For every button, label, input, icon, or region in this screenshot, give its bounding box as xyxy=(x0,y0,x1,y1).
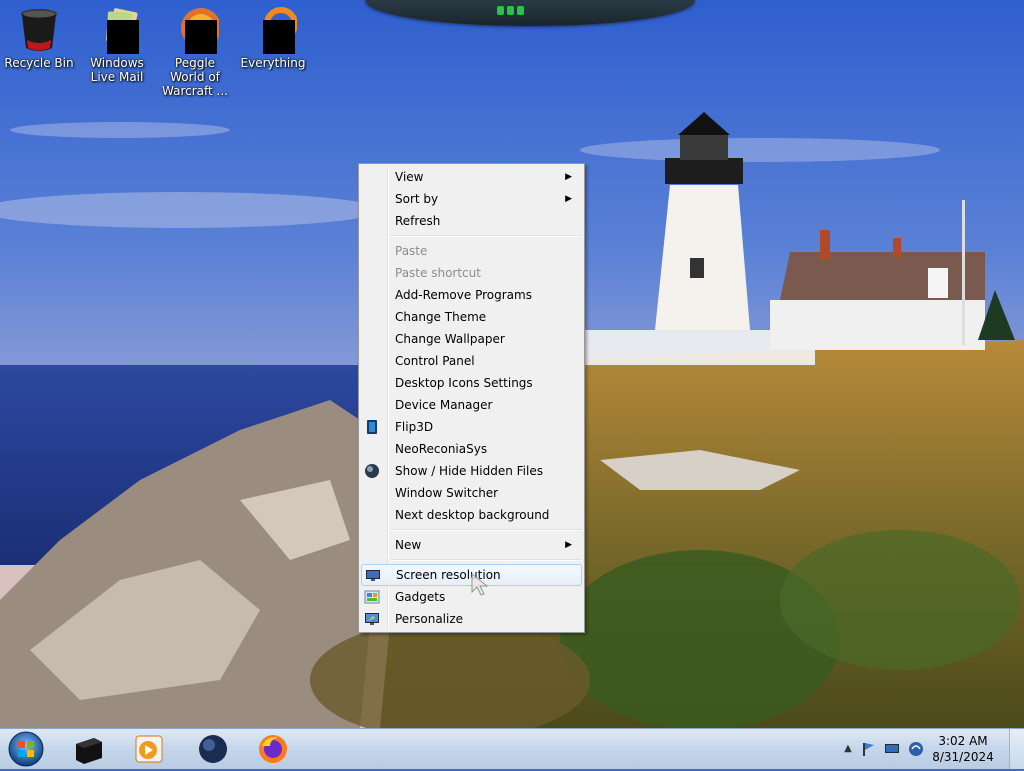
personalize-icon xyxy=(365,613,379,625)
menu-separator xyxy=(391,235,582,237)
menu-item-device-manager[interactable]: Device Manager xyxy=(361,394,582,416)
desktop-icon-peggle[interactable]: Peggle World of Warcraft ... xyxy=(156,2,234,98)
taskbar-app-firefox[interactable] xyxy=(256,732,290,766)
globe-app-icon xyxy=(199,735,227,763)
desktop-icon-everything[interactable]: Everything xyxy=(234,2,312,70)
menu-item-sort-by[interactable]: Sort by ▶ xyxy=(361,188,582,210)
menu-item-neoreconiasys[interactable]: NeoReconiaSys xyxy=(361,438,582,460)
menu-item-label: View xyxy=(395,170,424,184)
taskbar-clock[interactable]: 3:02 AM 8/31/2024 xyxy=(928,733,998,765)
flip3d-icon xyxy=(367,420,377,434)
network-icon[interactable] xyxy=(908,741,924,757)
clock-time: 3:02 AM xyxy=(938,734,988,748)
mouse-cursor-icon xyxy=(471,572,489,596)
desktop-icon-label: Recycle Bin xyxy=(4,56,74,70)
menu-item-label: Control Panel xyxy=(395,354,475,368)
redacted-icon-overlay xyxy=(263,20,295,54)
menu-item-refresh[interactable]: Refresh xyxy=(361,210,582,232)
menu-item-control-panel[interactable]: Control Panel xyxy=(361,350,582,372)
taskbar: ▲ 3:02 AM 8/31/2024 xyxy=(0,728,1024,769)
menu-item-paste-shortcut[interactable]: Paste shortcut xyxy=(361,262,582,284)
menu-item-change-theme[interactable]: Change Theme xyxy=(361,306,582,328)
monitor-icon xyxy=(366,570,380,581)
menu-item-label: New xyxy=(395,538,422,552)
display-icon[interactable] xyxy=(884,741,900,757)
menu-item-label: Show / Hide Hidden Files xyxy=(395,464,543,478)
taskbar-app-media-player[interactable] xyxy=(132,732,166,766)
submenu-arrow-icon: ▶ xyxy=(565,172,572,182)
menu-separator xyxy=(391,559,582,561)
menu-item-label: Change Theme xyxy=(395,310,487,324)
menu-item-label: Gadgets xyxy=(395,590,446,604)
submenu-arrow-icon: ▶ xyxy=(565,194,572,204)
menu-item-new[interactable]: New ▶ xyxy=(361,534,582,556)
desktop-icon-recycle-bin[interactable]: Recycle Bin xyxy=(0,2,78,70)
menu-item-label: Paste xyxy=(395,244,428,258)
media-player-icon xyxy=(135,735,163,763)
menu-separator xyxy=(391,529,582,531)
desktop-icon-label: Peggle World of Warcraft ... xyxy=(162,56,228,98)
windows-logo-icon xyxy=(8,731,44,767)
notification-flag-icon[interactable] xyxy=(860,741,876,757)
menu-item-view[interactable]: View ▶ xyxy=(361,166,582,188)
system-tray: ▲ 3:02 AM 8/31/2024 xyxy=(834,729,1024,769)
recycle-bin-icon xyxy=(15,6,63,54)
taskbar-app-black-box[interactable] xyxy=(72,732,106,766)
menu-item-label: Desktop Icons Settings xyxy=(395,376,533,390)
black-box-app-icon xyxy=(76,738,102,764)
desktop-icon-label: Windows Live Mail xyxy=(90,56,144,84)
globe-icon xyxy=(365,464,379,478)
menu-item-label: Change Wallpaper xyxy=(395,332,505,346)
menu-item-label: Next desktop background xyxy=(395,508,550,522)
menu-item-show-hide-hidden-files[interactable]: Show / Hide Hidden Files xyxy=(361,460,582,482)
menu-item-label: Refresh xyxy=(395,214,441,228)
menu-item-label: Paste shortcut xyxy=(395,266,481,280)
menu-item-label: Device Manager xyxy=(395,398,493,412)
desktop-icon-windows-live-mail[interactable]: Windows Live Mail xyxy=(78,2,156,84)
status-indicator xyxy=(495,6,525,16)
gadgets-icon xyxy=(364,590,380,604)
submenu-arrow-icon: ▶ xyxy=(565,540,572,550)
redacted-icon-overlay xyxy=(107,20,139,54)
menu-item-label: NeoReconiaSys xyxy=(395,442,488,456)
menu-item-flip3d[interactable]: Flip3D xyxy=(361,416,582,438)
menu-item-next-desktop-background[interactable]: Next desktop background xyxy=(361,504,582,526)
show-desktop-button[interactable] xyxy=(1009,729,1024,769)
peggle-icon xyxy=(171,6,221,54)
windows-live-mail-icon xyxy=(93,6,141,54)
menu-item-label: Sort by xyxy=(395,192,439,206)
menu-item-window-switcher[interactable]: Window Switcher xyxy=(361,482,582,504)
everything-search-icon xyxy=(249,6,298,54)
show-hidden-icons-chevron[interactable]: ▲ xyxy=(840,741,856,757)
redacted-icon-overlay xyxy=(185,20,217,54)
menu-item-label: Flip3D xyxy=(395,420,434,434)
menu-item-paste[interactable]: Paste xyxy=(361,240,582,262)
desktop-icon-label: Everything xyxy=(240,56,306,70)
taskbar-app-globe[interactable] xyxy=(196,732,230,766)
desktop-context-menu: View ▶ Sort by ▶ Refresh Paste Paste sho… xyxy=(358,163,585,633)
menu-item-label: Personalize xyxy=(395,612,464,626)
menu-item-personalize[interactable]: Personalize xyxy=(361,608,582,630)
clock-date: 8/31/2024 xyxy=(932,750,994,764)
menu-item-change-wallpaper[interactable]: Change Wallpaper xyxy=(361,328,582,350)
start-button[interactable] xyxy=(6,730,46,768)
firefox-icon xyxy=(259,735,287,763)
menu-item-desktop-icons-settings[interactable]: Desktop Icons Settings xyxy=(361,372,582,394)
menu-item-label: Window Switcher xyxy=(395,486,499,500)
menu-item-add-remove-programs[interactable]: Add-Remove Programs xyxy=(361,284,582,306)
menu-item-label: Add-Remove Programs xyxy=(395,288,532,302)
